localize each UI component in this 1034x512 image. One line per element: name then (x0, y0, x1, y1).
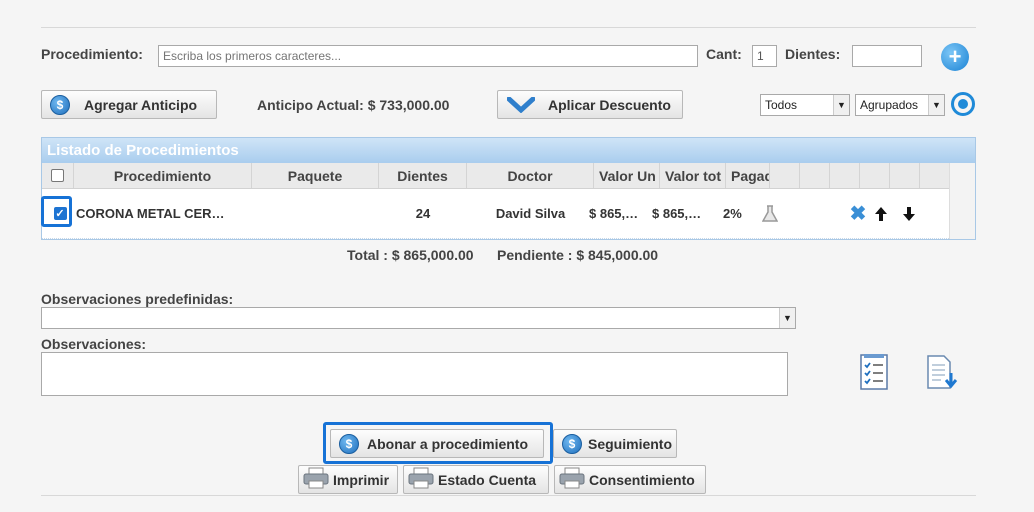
top-divider (41, 27, 976, 28)
imprimir-label: Imprimir (333, 471, 390, 488)
column-valor-unitario[interactable]: Valor Un (594, 163, 660, 188)
group-select[interactable]: Agrupados ▼ (855, 94, 945, 116)
estado-cuenta-label: Estado Cuenta (438, 471, 537, 488)
estado-cuenta-button[interactable]: Estado Cuenta (403, 465, 549, 494)
flask-icon[interactable] (760, 189, 780, 238)
chevron-down-icon: ▼ (928, 95, 944, 115)
grid-scrollbar[interactable] (949, 163, 975, 239)
column-doctor[interactable]: Doctor (467, 163, 594, 188)
cell-procedimiento: CORONA METAL CER… (76, 206, 225, 221)
observaciones-predefinidas-select[interactable]: ▼ (41, 307, 796, 329)
filter-select-value: Todos (765, 98, 798, 112)
column-dientes[interactable]: Dientes (379, 163, 467, 188)
filter-select[interactable]: Todos ▼ (760, 94, 850, 116)
printer-icon (559, 467, 585, 492)
printer-icon (408, 467, 434, 492)
agregar-anticipo-label: Agregar Anticipo (84, 96, 198, 113)
cell-pagado: 2% (723, 206, 742, 221)
column-valor-total[interactable]: Valor tot (660, 163, 726, 188)
dollar-coin-icon: $ (562, 433, 582, 454)
consentimiento-button[interactable]: Consentimiento (554, 465, 706, 494)
cant-label: Cant: (706, 46, 742, 62)
chevron-down-icon (506, 96, 536, 113)
select-all-column (42, 163, 74, 188)
cant-input[interactable] (752, 45, 777, 67)
anticipo-actual-text: Anticipo Actual: $ 733,000.00 (257, 97, 450, 113)
cell-valor-unitario: $ 865,… (589, 206, 639, 221)
cell-paquete (252, 189, 379, 238)
agregar-anticipo-button[interactable]: $ Agregar Anticipo (41, 90, 217, 119)
imprimir-button[interactable]: Imprimir (298, 465, 398, 494)
aplicar-descuento-label: Aplicar Descuento (548, 96, 671, 113)
user-refresh-icon[interactable] (951, 92, 975, 116)
column-procedimiento[interactable]: Procedimiento (74, 163, 252, 188)
seguimiento-label: Seguimiento (588, 435, 673, 452)
column-extra-1 (770, 163, 800, 188)
cell-doctor: David Silva (495, 206, 566, 221)
procedures-grid: Listado de Procedimientos Procedimiento … (41, 137, 976, 240)
column-paquete[interactable]: Paquete (252, 163, 379, 188)
arrow-down-icon[interactable] (900, 189, 918, 238)
checklist-document-icon[interactable] (858, 353, 890, 391)
chevron-down-icon: ▼ (833, 95, 849, 115)
row-checkbox-highlight (41, 196, 72, 227)
column-extra-6 (920, 163, 950, 188)
select-all-checkbox[interactable] (51, 169, 64, 182)
arrow-up-icon[interactable] (872, 189, 890, 238)
procedimiento-input[interactable] (158, 45, 698, 67)
seguimiento-button[interactable]: $ Seguimiento (553, 429, 677, 458)
column-pagado[interactable]: Pagad (726, 163, 770, 188)
consentimiento-label: Consentimiento (589, 471, 695, 488)
bottom-divider (41, 495, 976, 496)
observaciones-textarea[interactable] (41, 352, 788, 396)
column-extra-5 (890, 163, 920, 188)
abonar-button-highlight (323, 422, 553, 464)
chevron-down-icon: ▼ (779, 308, 795, 328)
dientes-label: Dientes: (785, 46, 841, 62)
grid-title: Listado de Procedimientos (42, 138, 975, 163)
column-extra-2 (800, 163, 830, 188)
cell-valor-total: $ 865,… (652, 206, 702, 221)
column-extra-3 (830, 163, 860, 188)
dollar-coin-icon: $ (50, 94, 70, 115)
observaciones-predefinidas-label: Observaciones predefinidas: (41, 291, 234, 307)
total-text: Total : $ 865,000.00 (347, 247, 474, 263)
column-extra-4 (860, 163, 890, 188)
plus-circle-icon[interactable]: + (941, 43, 969, 71)
aplicar-descuento-button[interactable]: Aplicar Descuento (497, 90, 683, 119)
x-icon[interactable]: ✖ (848, 189, 868, 238)
group-select-value: Agrupados (860, 98, 919, 112)
pendiente-text: Pendiente : $ 845,000.00 (497, 247, 659, 263)
observaciones-label: Observaciones: (41, 336, 147, 352)
document-download-icon[interactable] (925, 355, 959, 391)
cell-dientes: 24 (415, 206, 431, 221)
grid-header: Procedimiento Paquete Dientes Doctor Val… (42, 163, 975, 189)
procedimiento-label: Procedimiento: (41, 46, 143, 62)
printer-icon (303, 467, 329, 492)
table-row[interactable]: ✓ CORONA METAL CER… 24 David Silva $ 865… (42, 189, 975, 239)
dientes-input[interactable] (852, 45, 922, 67)
